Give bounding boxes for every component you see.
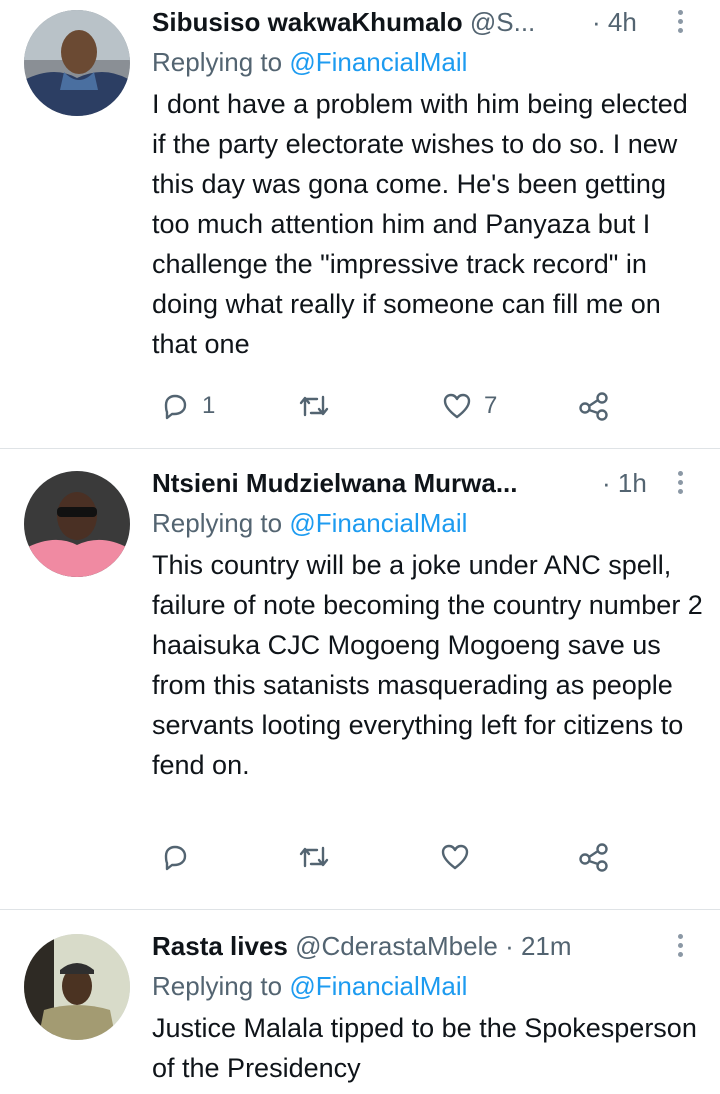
- like-icon: [443, 393, 471, 419]
- replying-to: Replying to @FinancialMail: [152, 503, 704, 543]
- author-handle[interactable]: @CderastaMbele: [295, 931, 498, 961]
- tweet[interactable]: Ntsieni Mudzielwana Murwa... · 1h Replyi…: [0, 449, 720, 910]
- more-options-icon[interactable]: [678, 471, 684, 497]
- avatar[interactable]: [24, 471, 130, 577]
- tweet-header: Ntsieni Mudzielwana Murwa... · 1h: [152, 463, 704, 503]
- author-name[interactable]: Sibusiso wakwaKhumalo: [152, 7, 463, 37]
- replying-label: Replying to: [152, 508, 290, 538]
- tweet-header: Sibusiso wakwaKhumalo @S... · 4h: [152, 2, 704, 42]
- reply-icon: [164, 845, 187, 871]
- tweet-text: This country will be a joke under ANC sp…: [152, 550, 703, 780]
- replying-to: Replying to @FinancialMail: [152, 966, 704, 1006]
- tweet-text: I dont have a problem with him being ele…: [152, 89, 688, 359]
- retweet-button[interactable]: [297, 386, 343, 426]
- timestamp[interactable]: · 4h: [592, 2, 637, 42]
- like-button[interactable]: [440, 837, 482, 877]
- share-button[interactable]: [578, 837, 610, 877]
- like-icon: [441, 844, 469, 870]
- timestamp[interactable]: · 1h: [602, 463, 647, 503]
- tweet[interactable]: Sibusiso wakwaKhumalo @S... · 4h Replyin…: [0, 0, 720, 449]
- avatar[interactable]: [24, 934, 130, 1040]
- more-options-icon[interactable]: [678, 934, 684, 960]
- tweet-actions: [152, 837, 622, 877]
- more-options-icon[interactable]: [678, 10, 684, 36]
- share-icon: [579, 392, 608, 421]
- reply-count: 1: [202, 392, 216, 419]
- mention-link[interactable]: @FinancialMail: [289, 47, 467, 77]
- retweet-button[interactable]: [297, 837, 343, 877]
- tweet[interactable]: Rasta lives @CderastaMbele · 21m Replyin…: [0, 910, 720, 1094]
- share-button[interactable]: [578, 386, 610, 426]
- timestamp[interactable]: · 21m: [505, 931, 571, 961]
- mention-link[interactable]: @FinancialMail: [289, 508, 467, 538]
- like-button[interactable]: 7: [442, 386, 497, 426]
- avatar[interactable]: [24, 10, 130, 116]
- share-icon: [579, 843, 608, 872]
- tweet-text: Justice Malala tipped to be the Spokespe…: [152, 1013, 697, 1083]
- retweet-icon: [299, 395, 329, 417]
- tweet-actions: 1 7: [152, 386, 622, 426]
- author-name[interactable]: Ntsieni Mudzielwana Murwa...: [152, 468, 518, 498]
- like-count: 7: [484, 392, 498, 419]
- reply-button[interactable]: [160, 837, 202, 877]
- reply-button[interactable]: 1: [160, 386, 215, 426]
- reply-icon: [164, 394, 187, 420]
- author-handle[interactable]: @S...: [470, 7, 535, 37]
- tweet-header: Rasta lives @CderastaMbele · 21m: [152, 926, 704, 966]
- replying-label: Replying to: [152, 971, 290, 1001]
- replying-label: Replying to: [152, 47, 290, 77]
- retweet-icon: [299, 846, 329, 868]
- author-name[interactable]: Rasta lives: [152, 931, 288, 961]
- mention-link[interactable]: @FinancialMail: [289, 971, 467, 1001]
- replying-to: Replying to @FinancialMail: [152, 42, 704, 82]
